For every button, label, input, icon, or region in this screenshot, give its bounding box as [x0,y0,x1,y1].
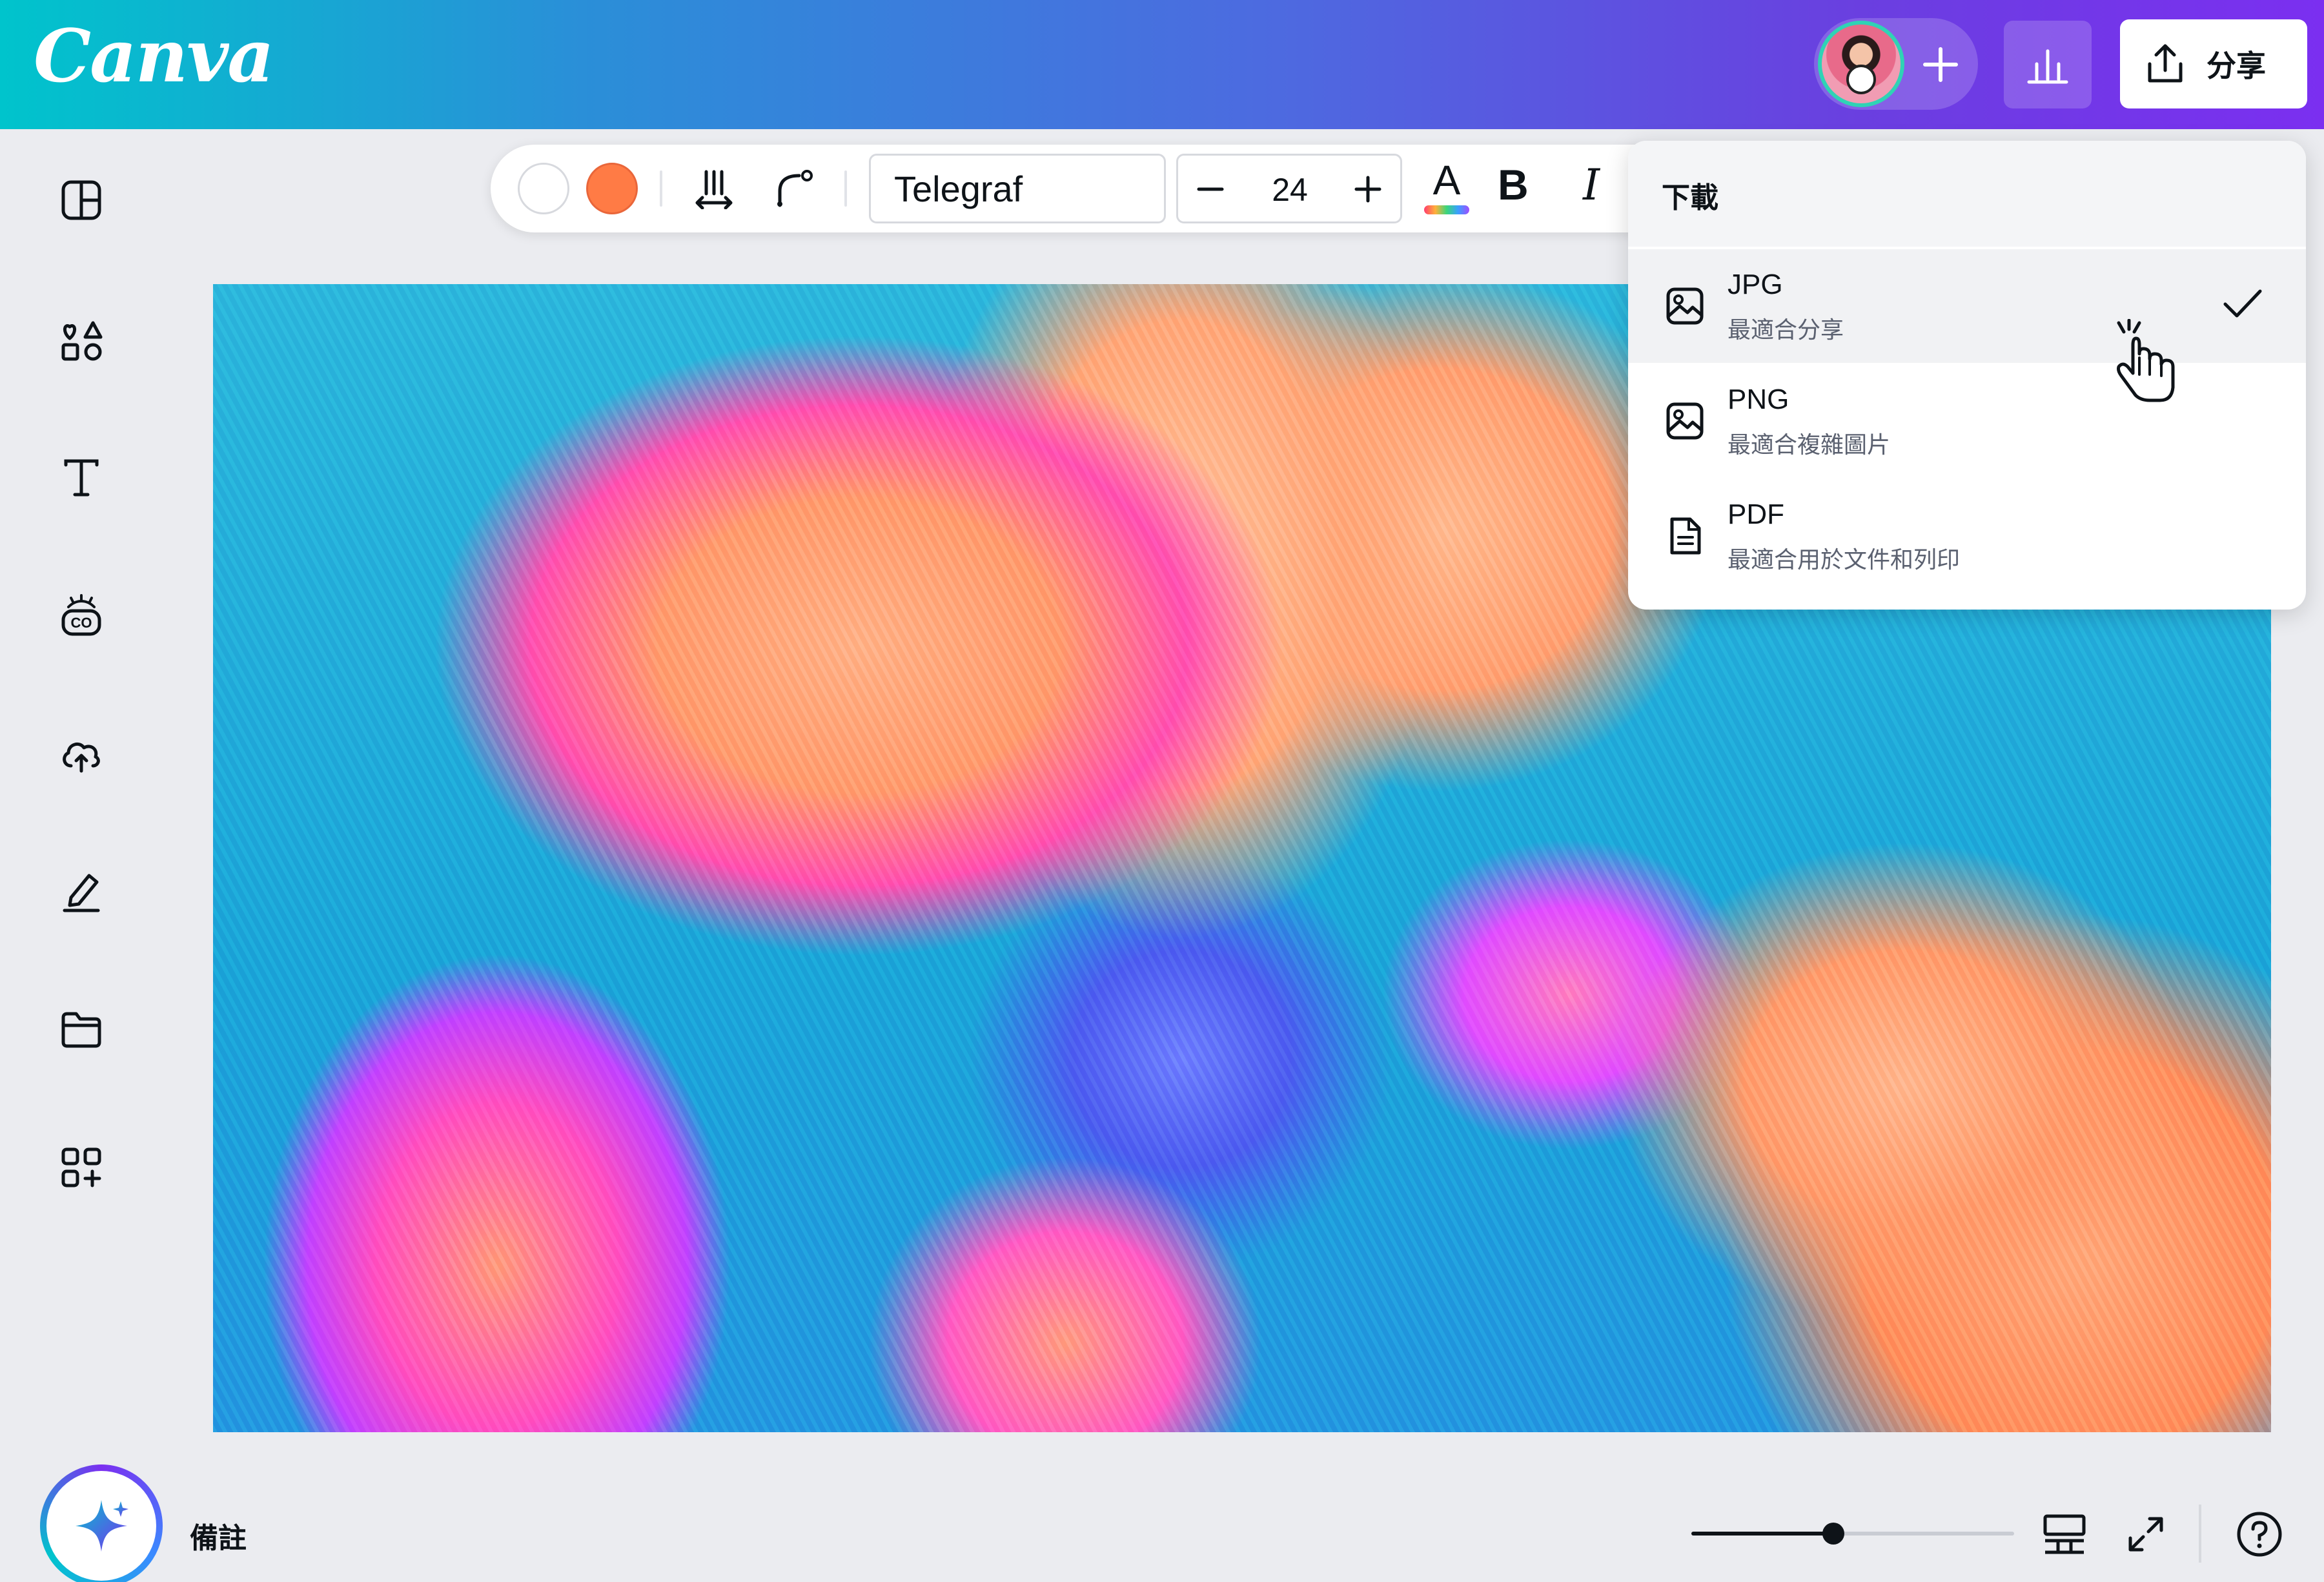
image-icon [1662,283,1708,329]
download-option-description: 最適合複雜圖片 [1728,431,1891,458]
add-collaborator-button[interactable] [1910,34,1972,96]
share-label: 分享 [2207,49,2266,83]
share-button[interactable]: 分享 [2120,19,2307,108]
apps-icon [61,1147,101,1187]
folder-icon [61,1012,101,1048]
brand-icon: CO [61,594,101,636]
italic-button[interactable]: I [1583,160,1600,210]
text-icon [64,459,99,497]
insights-button[interactable] [2004,21,2092,108]
plus-icon [1923,47,1958,82]
upload-share-icon [2148,44,2183,83]
line-spacing-button[interactable] [688,163,740,214]
sidebar-item-brand[interactable]: CO [49,584,114,648]
magic-button-inner [46,1471,156,1581]
line-spacing-icon [695,170,733,209]
minus-icon [1197,187,1224,191]
sidebar-item-design[interactable] [49,168,114,232]
avatar-photo-detail [1846,65,1876,94]
draw-pen-icon [63,874,100,912]
fullscreen-button[interactable] [2114,1502,2178,1567]
rainbow-color-bar [1424,205,1469,214]
zoom-slider-handle[interactable] [1822,1523,1844,1545]
sidebar-item-apps[interactable] [49,1135,114,1200]
text-color-glyph: A [1432,157,1461,203]
toolbar-divider [660,170,662,207]
download-menu: 下載 JPG 最適合分享 PNG 最適合複雜圖片 PDF 最適合用於文件和列印 [1628,141,2306,610]
toolbar-divider [844,170,847,207]
download-option-jpg[interactable]: JPG 最適合分享 [1628,249,2306,363]
download-option-name: JPG [1728,269,1783,300]
check-icon [2217,278,2268,329]
canva-logo[interactable]: Canva [34,14,274,99]
cloud-upload-icon [63,742,100,773]
elements-icon [61,321,103,361]
font-family-dropdown[interactable]: Telegraf [869,154,1166,223]
download-option-description: 最適合用於文件和列印 [1728,546,1961,573]
bold-button[interactable]: B [1498,160,1529,209]
sidebar-item-draw[interactable] [49,859,114,923]
download-option-png[interactable]: PNG 最適合複雜圖片 [1628,364,2306,478]
top-header-bar: Canva 分享 [0,0,2324,129]
decrease-font-size-button[interactable] [1190,169,1231,210]
font-size-control: 24 [1176,154,1402,223]
magic-assistant-button[interactable] [40,1464,163,1582]
sidebar-item-text[interactable] [49,446,114,510]
context-toolbar: Telegraf 24 A B I [491,145,1678,232]
increase-font-size-button[interactable] [1347,169,1389,210]
page-layout-button[interactable] [2032,1502,2097,1567]
font-size-input[interactable]: 24 [1249,171,1330,209]
download-menu-title: 下載 [1662,182,1718,214]
download-option-name: PNG [1728,384,1789,415]
download-option-description: 最適合分享 [1728,316,1844,343]
text-color-button[interactable]: A [1418,156,1476,221]
zoom-slider[interactable] [1691,1523,2014,1545]
sidebar-item-elements[interactable] [49,309,114,373]
user-avatar[interactable] [1818,21,1904,107]
zoom-slider-fill [1691,1532,1833,1536]
notes-button[interactable]: 備註 [190,1515,247,1556]
document-icon [1662,513,1708,559]
design-panel-icon [61,180,101,220]
plus-icon [1354,176,1381,203]
sidebar-item-projects[interactable] [49,997,114,1062]
sidebar-item-uploads[interactable] [49,722,114,786]
download-option-name: PDF [1728,498,1784,530]
bar-chart-icon [2027,49,2068,84]
help-button[interactable] [2227,1502,2292,1567]
pages-grid-icon [2043,1514,2086,1554]
sparkle-icon [76,1500,128,1552]
download-option-pdf[interactable]: PDF 最適合用於文件和列印 [1628,479,2306,593]
curve-path-icon [777,170,813,207]
color-swatch-orange[interactable] [586,163,638,214]
color-swatch-white[interactable] [518,163,569,214]
expand-icon [2128,1517,2163,1552]
help-question-icon [2237,1512,2282,1557]
image-icon [1662,398,1708,444]
hand-cursor-icon [2117,319,2175,402]
curve-text-button[interactable] [768,163,820,214]
bottom-bar-divider [2199,1505,2201,1563]
svg-text:CO: CO [71,615,92,631]
download-menu-header: 下載 [1628,141,2306,247]
